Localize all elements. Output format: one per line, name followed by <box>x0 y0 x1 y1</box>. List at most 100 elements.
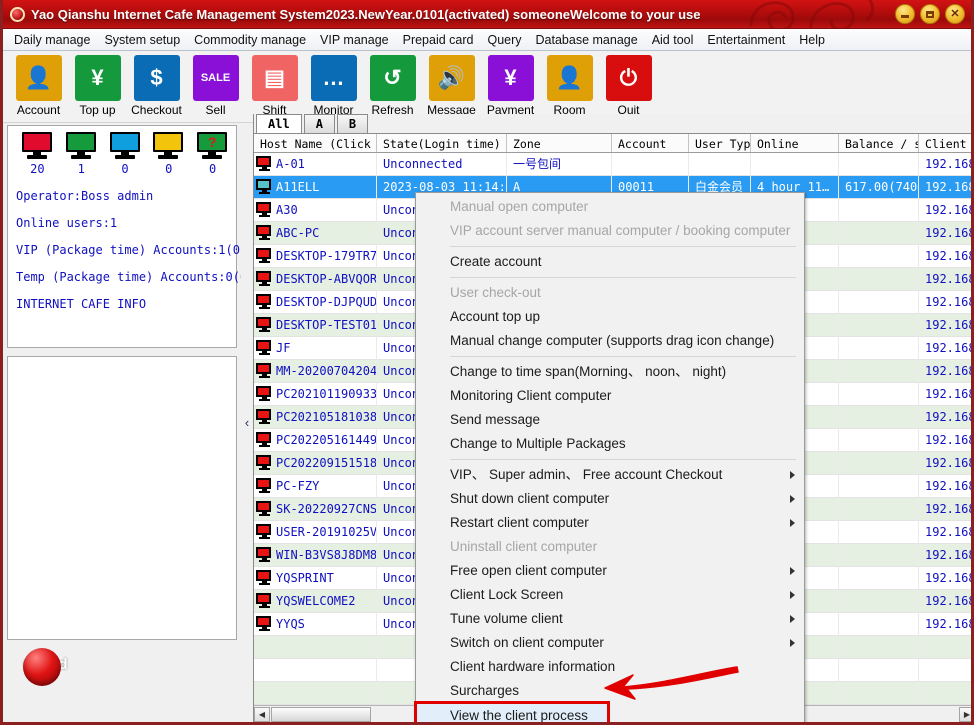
column-header-7[interactable]: Client I <box>919 134 971 152</box>
monitor-status-icon[interactable] <box>256 178 273 196</box>
monitor-status-icon[interactable] <box>256 155 273 173</box>
context-menu[interactable]: Manual open computer VIP account server m… <box>414 192 805 722</box>
monitor-status-icon[interactable] <box>256 293 273 311</box>
context-menu-item-manual-change-computer-supports-drag-icon-change[interactable]: Manual change computer (supports drag ic… <box>416 329 804 353</box>
toolbar-button-payment[interactable]: ¥ Payment <box>481 55 540 117</box>
monitor-status-icon[interactable] <box>256 339 273 357</box>
context-menu-item-shut-down-client-computer[interactable]: Shut down client computer <box>416 487 804 511</box>
context-menu-item-monitoring-client-computer[interactable]: Monitoring Client computer <box>416 384 804 408</box>
maximize-button[interactable] <box>920 4 940 24</box>
cell-ip: 192.168 <box>919 360 971 383</box>
toolbar-button-account[interactable]: 👤 Account <box>9 55 68 117</box>
menu-item-daily-manage[interactable]: Daily manage <box>7 31 97 49</box>
toolbar-button-message[interactable]: 🔊 Message <box>422 55 481 117</box>
status-cell-online[interactable]: 1 <box>65 132 97 176</box>
column-header-1[interactable]: State(Login time) <box>377 134 507 152</box>
close-button[interactable]: ✕ <box>945 4 965 24</box>
monitor-status-icon[interactable] <box>256 569 273 587</box>
context-menu-item-switch-on-client-computer[interactable]: Switch on client computer <box>416 631 804 655</box>
scroll-left-button[interactable]: ◀ <box>254 706 270 722</box>
column-header-3[interactable]: Account <box>612 134 689 152</box>
status-cell-maintenance[interactable]: 0 <box>153 132 184 176</box>
toolbar-button-top-up[interactable]: ¥ Top up <box>68 55 127 117</box>
cell-host: PC202209151518 <box>254 451 377 475</box>
column-header-0[interactable]: Host Name (Click S… <box>254 134 377 152</box>
scrollbar-thumb[interactable] <box>271 706 371 722</box>
menu-item-query[interactable]: Query <box>480 31 528 49</box>
context-menu-item-send-message[interactable]: Send message <box>416 408 804 432</box>
scroll-right-button[interactable]: ▶ <box>959 706 971 722</box>
status-cell-booked[interactable]: 0 <box>109 132 141 176</box>
toolbar-button-checkout[interactable]: $ Checkout <box>127 55 186 117</box>
tab-a[interactable]: A <box>303 114 335 133</box>
monitor-status-icon[interactable] <box>256 523 273 541</box>
context-menu-item-client-lock-screen[interactable]: Client Lock Screen <box>416 583 804 607</box>
context-menu-item-restart-client-computer[interactable]: Restart client computer <box>416 511 804 535</box>
monitor-status-icon[interactable] <box>256 477 273 495</box>
context-menu-item-change-to-multiple-packages[interactable]: Change to Multiple Packages <box>416 432 804 456</box>
monitor-status-icon[interactable] <box>256 500 273 518</box>
monitor-status-icon[interactable] <box>256 615 273 633</box>
context-menu-item-label: VIP account server manual computer / boo… <box>450 223 791 238</box>
monitor-status-icon[interactable] <box>256 224 273 242</box>
cell-host: MM-202007042048 <box>254 359 377 383</box>
column-header-5[interactable]: Online <box>751 134 839 152</box>
minimize-button[interactable] <box>895 4 915 24</box>
column-header-2[interactable]: Zone <box>507 134 612 152</box>
context-menu-item-vip-super-admin-free-account-checkout[interactable]: VIP、 Super admin、 Free account Checkout <box>416 463 804 487</box>
notes-panel[interactable] <box>7 356 237 640</box>
cash-register-icon: ▤ <box>251 55 298 101</box>
cell-usertype <box>689 153 751 176</box>
monitor-status-icon[interactable] <box>256 270 273 288</box>
cell-host: SK-20220927CNSJ <box>254 497 377 521</box>
context-menu-item-change-to-time-span-morning-noon-night[interactable]: Change to time span(Morning、 noon、 night… <box>416 360 804 384</box>
context-menu-item-tune-volume-client[interactable]: Tune volume client <box>416 607 804 631</box>
menu-item-system-setup[interactable]: System setup <box>97 31 187 49</box>
menu-item-commodity-manage[interactable]: Commodity manage <box>187 31 313 49</box>
monitor-status-icon[interactable] <box>256 592 273 610</box>
table-row[interactable]: A-01 Unconnected 一号包间 192.168 <box>254 153 971 176</box>
monitor-red-icon <box>22 132 52 160</box>
menu-item-prepaid-card[interactable]: Prepaid card <box>396 31 481 49</box>
column-header-4[interactable]: User Typ <box>689 134 751 152</box>
context-menu-item-free-open-client-computer[interactable]: Free open client computer <box>416 559 804 583</box>
column-header-6[interactable]: Balance / surp… <box>839 134 919 152</box>
tab-all[interactable]: All <box>256 114 302 133</box>
context-menu-item-surcharges[interactable]: Surcharges <box>416 679 804 703</box>
cell-host: PC-FZY <box>254 474 377 498</box>
context-menu-item-label: Change to time span(Morning、 noon、 night… <box>450 364 727 379</box>
person-icon: 👤 <box>15 55 62 101</box>
toolbar-button-refresh[interactable]: ↺ Refresh <box>363 55 422 117</box>
menu-item-entertainment[interactable]: Entertainment <box>700 31 792 49</box>
context-menu-item-view-the-client-process[interactable]: View the client process <box>414 701 610 722</box>
context-menu-item-account-top-up[interactable]: Account top up <box>416 305 804 329</box>
status-cell-offline[interactable]: 20 <box>22 132 53 176</box>
cloud-orb-icon[interactable] <box>23 648 61 686</box>
monitor-status-icon[interactable] <box>256 201 273 219</box>
menu-item-vip-manage[interactable]: VIP manage <box>313 31 396 49</box>
toolbar-button-sell[interactable]: SALE Sell <box>186 55 245 117</box>
monitor-status-icon[interactable] <box>256 431 273 449</box>
toolbar-button-monitor[interactable]: … Monitor <box>304 55 363 117</box>
monitor-status-icon[interactable] <box>256 316 273 334</box>
menu-item-help[interactable]: Help <box>792 31 832 49</box>
tab-b[interactable]: B <box>336 114 369 133</box>
menu-item-aid-tool[interactable]: Aid tool <box>645 31 701 49</box>
context-menu-item-client-hardware-information[interactable]: Client hardware information <box>416 655 804 679</box>
context-menu-item-create-account[interactable]: Create account <box>416 250 804 274</box>
monitor-status-icon[interactable] <box>256 454 273 472</box>
status-cell-unknown[interactable]: ? 0 <box>197 132 228 176</box>
sidebar-collapse-button[interactable]: ‹ <box>241 123 253 722</box>
monitor-status-icon[interactable] <box>256 546 273 564</box>
toolbar-button-shift[interactable]: ▤ Shift <box>245 55 304 117</box>
toolbar-button-room[interactable]: 👤 Room <box>540 55 599 117</box>
toolbar-button-quit[interactable]: ⏻ Quit <box>599 55 658 117</box>
menu-item-database-manage[interactable]: Database manage <box>529 31 645 49</box>
cell-empty <box>919 636 971 659</box>
left-sidebar: 20 1 0 0? 0 Operator:Boss admin Online users:… <box>3 123 254 722</box>
cell-balance <box>839 451 919 475</box>
monitor-status-icon[interactable] <box>256 408 273 426</box>
monitor-status-icon[interactable] <box>256 247 273 265</box>
monitor-status-icon[interactable] <box>256 362 273 380</box>
monitor-status-icon[interactable] <box>256 385 273 403</box>
